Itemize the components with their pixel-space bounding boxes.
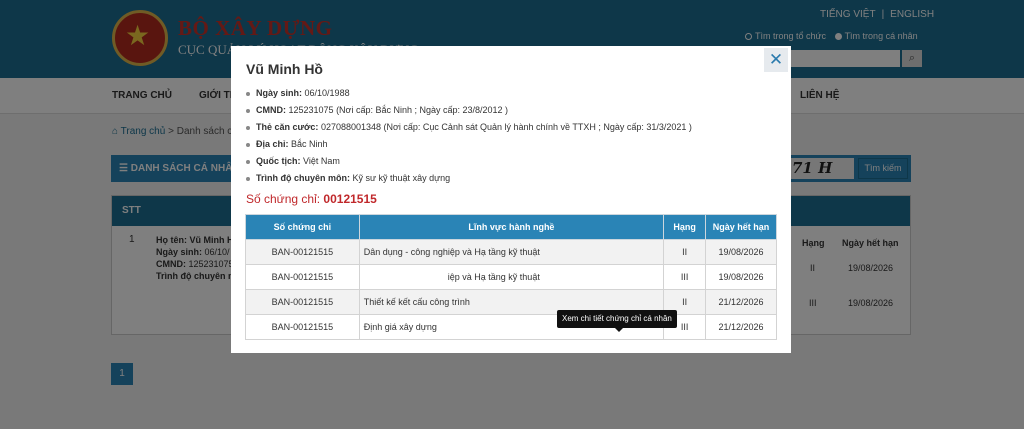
cell-certificate-no[interactable]: BAN-00121515 — [245, 314, 360, 340]
dob-label: Ngày sinh: — [256, 88, 303, 98]
education-label: Trình độ chuyên môn: — [256, 173, 350, 183]
cell-certificate-no[interactable]: BAN-00121515 — [245, 289, 360, 315]
info-citizen-id: Thẻ căn cước: 027088001348 (Nơi cấp: Cục… — [246, 119, 692, 136]
col-certificate-no: Số chứng chỉ — [245, 214, 360, 240]
cell-rank: II — [663, 239, 707, 265]
person-detail-modal: ✕ Vũ Minh Hồ Ngày sinh: 06/10/1988 CMND:… — [231, 46, 791, 353]
cell-certificate-no[interactable]: BAN-00121515 — [245, 264, 360, 290]
cell-practice-field: iệp và Hạ tầng kỹ thuật — [358, 264, 665, 290]
info-nationality: Quốc tịch: Việt Nam — [246, 153, 692, 170]
address-value: Bắc Ninh — [291, 139, 328, 149]
certificate-number: 00121515 — [323, 192, 377, 206]
certificate-label: Số chứng chỉ: — [246, 192, 321, 206]
table-row[interactable]: BAN-00121515 Định giá xây dựng III 21/12… — [245, 314, 777, 340]
address-label: Địa chỉ: — [256, 139, 289, 149]
citizen-id-label: Thẻ căn cước: — [256, 122, 319, 132]
cell-expiry-date: 19/08/2026 — [705, 239, 777, 265]
table-row[interactable]: BAN-00121515 Dân dụng - công nghiệp và H… — [245, 239, 777, 265]
table-row[interactable]: BAN-00121515 iệp và Hạ tầng kỹ thuật III… — [245, 264, 777, 290]
certificate-table-header: Số chứng chỉ Lĩnh vực hành nghề Hạng Ngà… — [245, 214, 777, 240]
table-row[interactable]: BAN-00121515 Thiết kế kết cấu công trình… — [245, 289, 777, 315]
close-icon[interactable]: ✕ — [764, 48, 788, 72]
person-info-list: Ngày sinh: 06/10/1988 CMND: 125231075 (N… — [246, 85, 692, 187]
certificate-table: Số chứng chỉ Lĩnh vực hành nghề Hạng Ngà… — [245, 214, 777, 340]
col-practice-field: Lĩnh vực hành nghề — [358, 214, 665, 240]
nationality-label: Quốc tịch: — [256, 156, 301, 166]
cell-expiry-date: 21/12/2026 — [705, 289, 777, 315]
info-address: Địa chỉ: Bắc Ninh — [246, 136, 692, 153]
col-expiry-date: Ngày hết hạn — [705, 214, 777, 240]
person-name: Vũ Minh Hồ — [246, 61, 323, 77]
info-dob: Ngày sinh: 06/10/1988 — [246, 85, 692, 102]
info-education: Trình độ chuyên môn: Kỹ sư kỹ thuật xây … — [246, 170, 692, 187]
nationality-value: Việt Nam — [303, 156, 340, 166]
info-cmnd: CMND: 125231075 (Nơi cấp: Bắc Ninh ; Ngà… — [246, 102, 692, 119]
cell-expiry-date: 21/12/2026 — [705, 314, 777, 340]
cell-practice-field: Dân dụng - công nghiệp và Hạ tầng kỹ thu… — [358, 239, 665, 265]
education-value: Kỹ sư kỹ thuật xây dựng — [352, 173, 451, 183]
col-rank: Hạng — [663, 214, 707, 240]
certificate-tooltip: Xem chi tiết chứng chỉ cá nhân — [557, 310, 677, 332]
cmnd-value: 125231075 (Nơi cấp: Bắc Ninh ; Ngày cấp:… — [288, 105, 509, 115]
cell-certificate-no[interactable]: BAN-00121515 — [245, 239, 360, 265]
citizen-id-value: 027088001348 (Nơi cấp: Cục Cảnh sát Quản… — [320, 122, 692, 132]
cell-rank: III — [663, 264, 707, 290]
cmnd-label: CMND: — [256, 105, 286, 115]
dob-value: 06/10/1988 — [304, 88, 350, 98]
certificate-number-line: Số chứng chỉ: 00121515 — [246, 192, 377, 206]
cell-expiry-date: 19/08/2026 — [705, 264, 777, 290]
